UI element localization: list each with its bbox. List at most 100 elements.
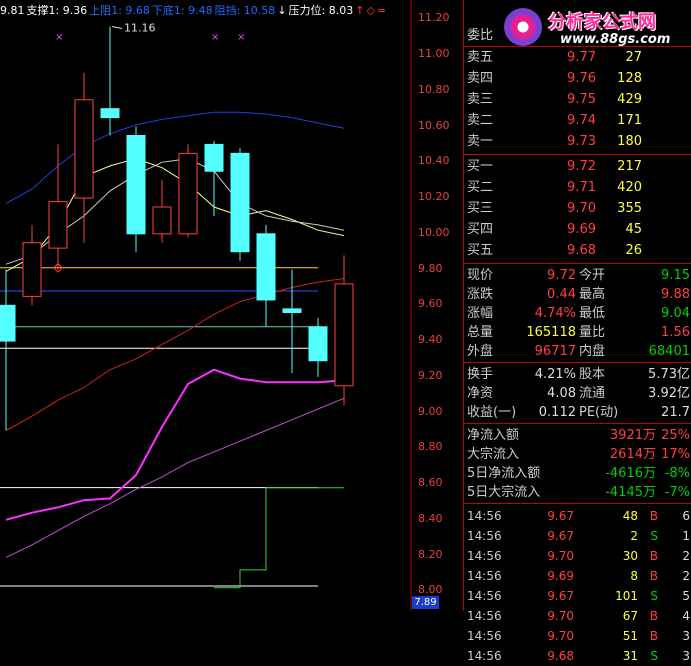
money-flow-row: 净流入额 3921万 25% — [464, 426, 691, 445]
order-book-row[interactable]: 买四 9.69 45 — [464, 220, 691, 239]
price-axis-current: 7.89 — [412, 596, 439, 609]
trade-side: B — [649, 629, 658, 643]
ma-violet-line — [5, 397, 345, 558]
asks-volume: 128 — [617, 71, 642, 86]
quote-label: 外盘 — [467, 344, 494, 359]
bids-volume: 45 — [625, 222, 642, 237]
chart-canvas[interactable]: 11.16 × × × — [0, 0, 412, 611]
price-tick: 8.20 — [418, 547, 443, 561]
trade-time: 14:56 — [467, 629, 502, 643]
indicator-item: = — [376, 4, 387, 17]
price-tick: 9.20 — [418, 368, 443, 382]
trade-row[interactable]: 14:56 9.67 101 S 5 — [464, 586, 691, 606]
asks-price: 9.75 — [567, 92, 596, 107]
panel-divider — [464, 154, 691, 155]
bids-price: 9.72 — [567, 159, 596, 174]
asks-volume: 171 — [617, 113, 642, 128]
quote-value: 0.44 — [547, 287, 576, 302]
candle — [230, 148, 250, 261]
trade-row[interactable]: 14:56 9.70 51 B 3 — [464, 626, 691, 646]
order-book-row[interactable]: 买一 9.72 217 — [464, 157, 691, 176]
money-flow-label: 5日大宗流入 — [467, 485, 541, 500]
quote-value: 1.56 — [661, 325, 690, 340]
quote-label: 现价 — [467, 268, 494, 283]
indicator-item: 压力位: 8.03 — [288, 4, 354, 17]
order-book-row[interactable]: 卖三 9.75 429 — [464, 90, 691, 109]
price-axis: 7.89 11.20 11.00 10.80 10.60 10.40 10.20 10.00… — [412, 0, 462, 611]
quote-value: 9.04 — [661, 306, 690, 321]
money-flow-pct: -7% — [664, 485, 690, 500]
candle — [178, 144, 198, 238]
bids-label: 买五 — [467, 243, 494, 258]
trade-row[interactable]: 14:56 9.69 8 B 2 — [464, 566, 691, 586]
trade-row[interactable]: 14:56 9.67 2 S 1 — [464, 526, 691, 546]
price-tick: 8.80 — [418, 440, 443, 454]
order-book-row[interactable]: 买五 9.68 26 — [464, 241, 691, 260]
trade-row[interactable]: 14:56 9.70 67 B 4 — [464, 606, 691, 626]
quote-value: 9.72 — [547, 268, 576, 283]
trade-price: 9.69 — [547, 569, 574, 583]
candle-body — [48, 201, 68, 249]
indicator-item: 上阻1: 9.68 — [89, 4, 150, 17]
candlestick-chart[interactable]: 11.16 × × × 9.81 支撑1: 9.36 上阻1: 9.68 下底1: 9.48… — [0, 0, 412, 611]
quote-value: 68401 — [648, 344, 690, 359]
flower-logo-icon — [504, 8, 542, 46]
trade-extra: 2 — [682, 569, 690, 583]
panel-divider — [464, 423, 691, 424]
indicator-bar: 9.81 支撑1: 9.36 上阻1: 9.68 下底1: 9.48 阻挡: 10.58… — [0, 2, 388, 19]
money-flow-row: 5日净流入额 -4616万 -8% — [464, 464, 691, 483]
ma-blue-line — [5, 111, 345, 204]
money-flow-value: -4616万 — [605, 466, 656, 481]
indicator-item: 下底1: 9.48 — [151, 4, 213, 17]
trade-time: 14:56 — [467, 529, 502, 543]
candle — [308, 317, 328, 377]
asks-price: 9.73 — [567, 134, 596, 149]
ma-red-line — [5, 278, 345, 431]
order-book-row[interactable]: 卖四 9.76 128 — [464, 69, 691, 88]
trade-price: 9.67 — [547, 529, 574, 543]
price-tick: 10.60 — [418, 118, 450, 132]
order-book-row[interactable]: 买二 9.71 420 — [464, 178, 691, 197]
site-logo: 分析家公式网 www.88gs.com — [500, 2, 691, 50]
candle — [100, 26, 120, 136]
order-book-row[interactable]: 卖五 9.77 27 — [464, 48, 691, 67]
asks-label: 卖一 — [467, 134, 494, 149]
order-book-row[interactable]: 买三 9.70 355 — [464, 199, 691, 218]
fundamental-value: 3.92亿 — [648, 386, 690, 401]
trade-row[interactable]: 14:56 9.67 48 B 6 — [464, 506, 691, 526]
candle — [0, 269, 16, 431]
candle-body — [230, 152, 250, 253]
fundamental-row: 净资 4.08 流通 3.92亿 — [464, 384, 691, 403]
panel-divider — [464, 362, 691, 363]
quote-label: 量比 — [579, 325, 606, 340]
price-tick: 8.40 — [418, 511, 443, 525]
candle-body — [282, 308, 302, 313]
price-tick: 10.00 — [418, 225, 450, 239]
fundamental-value: 5.73亿 — [648, 367, 690, 382]
candle-body — [334, 283, 354, 387]
candle — [334, 255, 354, 406]
price-tick: 9.40 — [418, 333, 443, 347]
quote-row: 总量 165118 量比 1.56 — [464, 323, 691, 342]
fundamental-row: 换手 4.21% 股本 5.73亿 — [464, 365, 691, 384]
candle-body — [22, 242, 42, 297]
order-book-row[interactable]: 卖一 9.73 180 — [464, 132, 691, 151]
order-book-row[interactable]: 卖二 9.74 171 — [464, 111, 691, 130]
candle-body — [204, 143, 224, 172]
asks-label: 卖二 — [467, 113, 494, 128]
trade-volume: 8 — [630, 569, 638, 583]
trade-row[interactable]: 14:56 9.70 30 B 2 — [464, 546, 691, 566]
trade-price: 9.70 — [547, 549, 574, 563]
fundamental-row: 收益(一) 0.112 PE(动) 21.7 — [464, 403, 691, 422]
fundamental-value: 0.112 — [538, 405, 576, 420]
candle — [22, 224, 42, 306]
candle-body — [0, 304, 16, 342]
trade-row[interactable]: 14:56 9.68 31 S 3 — [464, 646, 691, 666]
asks-volume: 429 — [617, 92, 642, 107]
trade-price: 9.67 — [547, 589, 574, 603]
candle — [48, 144, 68, 270]
money-flow-pct: -8% — [664, 466, 690, 481]
bids-volume: 26 — [625, 243, 642, 258]
candle-body — [152, 206, 172, 235]
order-book-ratio-label: 委比 — [467, 28, 494, 43]
